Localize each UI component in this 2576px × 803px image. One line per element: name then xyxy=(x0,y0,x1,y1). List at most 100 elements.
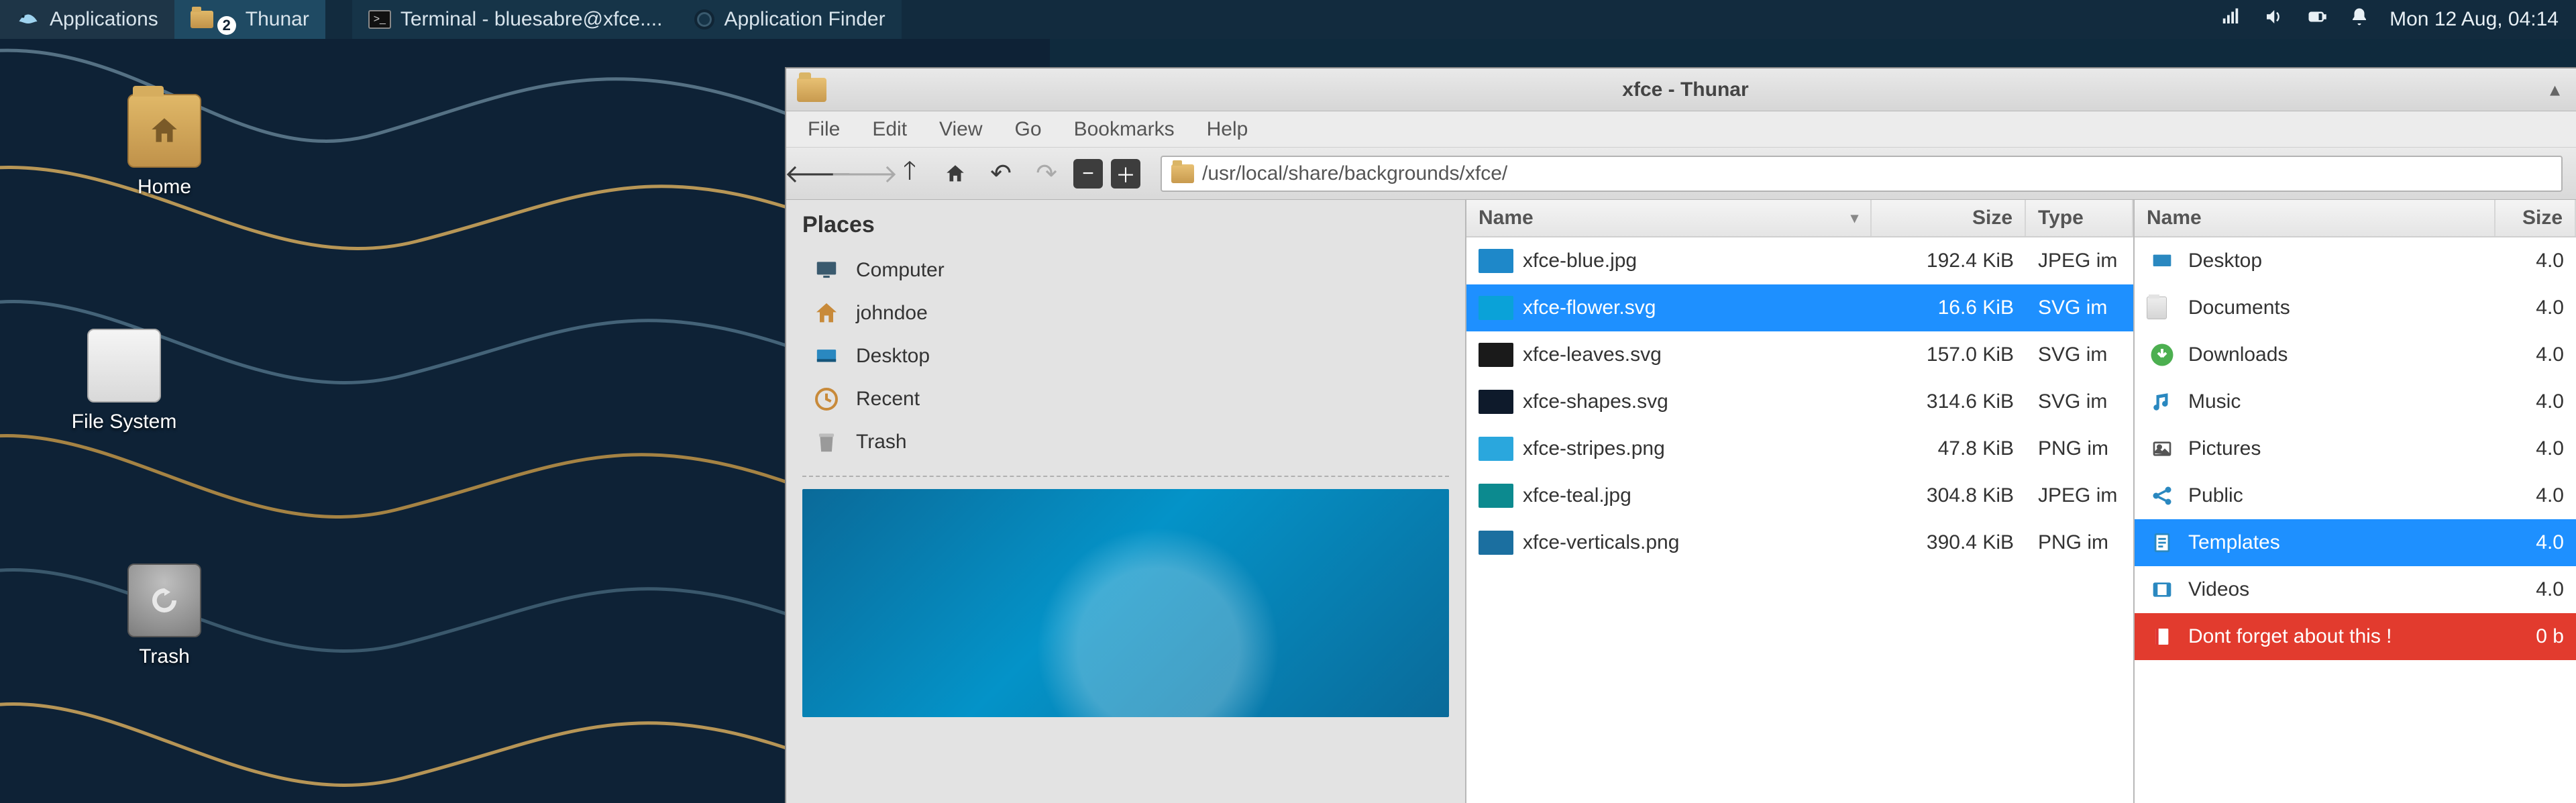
folder-row[interactable]: Music4.0 xyxy=(2135,378,2576,425)
notifications-icon[interactable] xyxy=(2349,6,2369,33)
sidebar-item-computer[interactable]: Computer xyxy=(786,249,1465,292)
file-type: JPEG im xyxy=(2026,484,2133,507)
sidebar-item-label: Recent xyxy=(856,388,920,411)
desktop-icon-file-system[interactable]: File System xyxy=(47,329,201,433)
desktop-icon-trash[interactable]: Trash xyxy=(87,564,241,668)
image-preview xyxy=(802,489,1449,717)
network-icon[interactable] xyxy=(2219,7,2242,32)
forward-button[interactable]: 🡒 xyxy=(845,155,883,193)
thumbnail-icon xyxy=(1479,296,1513,320)
task-terminal[interactable]: >_ Terminal - bluesabre@xfce.... xyxy=(352,0,679,39)
music-icon xyxy=(2147,388,2178,415)
task-appfinder[interactable]: Application Finder xyxy=(678,0,901,39)
folder-name: Pictures xyxy=(2188,437,2261,460)
column-headers: Name Size xyxy=(2135,200,2576,237)
file-row[interactable]: xfce-teal.jpg304.8 KiBJPEG im xyxy=(1466,472,2133,519)
sidebar-item-desktop[interactable]: Desktop xyxy=(786,335,1465,378)
zoom-in-button[interactable]: ＋ xyxy=(1111,159,1140,189)
clock-label[interactable]: Mon 12 Aug, 04:14 xyxy=(2390,8,2559,31)
desktop-icon-label: Trash xyxy=(87,645,241,668)
folder-name: Downloads xyxy=(2188,343,2288,366)
file-name: xfce-verticals.png xyxy=(1523,531,1679,554)
sidebar-item-recent[interactable]: Recent xyxy=(786,378,1465,421)
col-size[interactable]: Size xyxy=(2496,200,2576,236)
drive-icon xyxy=(87,329,161,403)
thunar-window: xfce - Thunar ▴ File Edit View Go Bookma… xyxy=(785,67,2576,803)
home-button[interactable] xyxy=(936,155,974,193)
sidebar-item-label: Trash xyxy=(856,431,907,453)
note-icon xyxy=(2147,623,2178,650)
folder-name: Templates xyxy=(2188,531,2280,554)
battery-icon[interactable] xyxy=(2305,7,2329,32)
thumbnail-icon xyxy=(1479,484,1513,508)
menu-bookmarks[interactable]: Bookmarks xyxy=(1074,118,1175,141)
folder-row[interactable]: Public4.0 xyxy=(2135,472,2576,519)
col-name[interactable]: Name▾ xyxy=(1466,200,1872,236)
file-list-left: Name▾ Size Type xfce-blue.jpg 192.4 KiB JP… xyxy=(1466,200,2133,803)
folder-row[interactable]: Templates4.0 xyxy=(2135,519,2576,566)
maximize-icon[interactable]: ▴ xyxy=(2544,75,2565,104)
file-row[interactable]: xfce-leaves.svg157.0 KiBSVG im xyxy=(1466,331,2133,378)
menu-edit[interactable]: Edit xyxy=(872,118,907,141)
desktop-icon-label: File System xyxy=(47,411,201,433)
folder-name: Dont forget about this ! xyxy=(2188,625,2392,648)
file-row[interactable]: xfce-shapes.svg314.6 KiBSVG im xyxy=(1466,378,2133,425)
file-type: SVG im xyxy=(2026,343,2133,366)
download-icon xyxy=(2147,341,2178,368)
folder-name: Documents xyxy=(2188,297,2290,319)
col-type[interactable]: Type xyxy=(2026,200,2133,236)
file-size: 192.4 KiB xyxy=(1872,250,2026,272)
folder-row[interactable]: Pictures4.0 xyxy=(2135,425,2576,472)
folder-row[interactable]: Dont forget about this !0 b xyxy=(2135,613,2576,660)
sort-desc-icon: ▾ xyxy=(1851,209,1858,227)
folder-size: 4.0 xyxy=(2496,297,2576,319)
task-thunar[interactable]: 2 Thunar xyxy=(174,0,325,39)
gear-icon xyxy=(694,9,714,30)
up-button[interactable]: 🡑 xyxy=(891,155,928,193)
top-panel: Applications 2 Thunar >_ Terminal - blue… xyxy=(0,0,2576,39)
templates-icon xyxy=(2147,529,2178,556)
thumbnail-icon xyxy=(1479,390,1513,414)
file-size: 157.0 KiB xyxy=(1872,343,2026,366)
folder-icon xyxy=(797,78,826,102)
file-size: 47.8 KiB xyxy=(1872,437,2026,460)
applications-menu-button[interactable]: Applications xyxy=(0,0,174,39)
folder-row[interactable]: Desktop4.0 xyxy=(2135,237,2576,284)
desktop-icon-home[interactable]: Home xyxy=(87,94,241,199)
folder-row[interactable]: Documents 4.0 xyxy=(2135,284,2576,331)
folder-name: Videos xyxy=(2188,578,2249,601)
xfce-logo-icon xyxy=(16,7,40,32)
file-row[interactable]: xfce-stripes.png47.8 KiBPNG im xyxy=(1466,425,2133,472)
titlebar[interactable]: xfce - Thunar ▴ xyxy=(786,68,2576,111)
folder-row[interactable]: Downloads4.0 xyxy=(2135,331,2576,378)
undo-button[interactable]: ↶ xyxy=(982,155,1020,193)
folder-row[interactable]: Videos4.0 xyxy=(2135,566,2576,613)
file-type: PNG im xyxy=(2026,531,2133,554)
menu-help[interactable]: Help xyxy=(1207,118,1248,141)
menu-file[interactable]: File xyxy=(808,118,840,141)
zoom-out-button[interactable]: − xyxy=(1073,159,1103,189)
file-name: xfce-blue.jpg xyxy=(1523,250,1637,272)
path-text: /usr/local/share/backgrounds/xfce/ xyxy=(1202,162,1507,185)
volume-icon[interactable] xyxy=(2262,7,2285,32)
trash-icon xyxy=(809,427,844,457)
desktop-folder-icon xyxy=(2147,248,2178,274)
sidebar-item-trash[interactable]: Trash xyxy=(786,421,1465,464)
thumbnail-icon xyxy=(1479,343,1513,367)
path-entry[interactable]: /usr/local/share/backgrounds/xfce/ xyxy=(1161,156,2563,192)
folder-icon xyxy=(191,11,213,28)
redo-button[interactable]: ↷ xyxy=(1028,155,1065,193)
file-row[interactable]: xfce-verticals.png390.4 KiBPNG im xyxy=(1466,519,2133,566)
folder-size: 4.0 xyxy=(2496,390,2576,413)
sidebar-item-johndoe[interactable]: johndoe xyxy=(786,292,1465,335)
col-size[interactable]: Size xyxy=(1872,200,2026,236)
sidebar-item-label: johndoe xyxy=(856,302,928,325)
column-headers: Name▾ Size Type xyxy=(1466,200,2133,237)
col-name[interactable]: Name xyxy=(2135,200,2496,236)
menu-go[interactable]: Go xyxy=(1015,118,1042,141)
window-title: xfce - Thunar xyxy=(837,78,2534,101)
file-row[interactable]: xfce-blue.jpg192.4 KiBJPEG im xyxy=(1466,237,2133,284)
file-row[interactable]: xfce-flower.svg16.6 KiBSVG im xyxy=(1466,284,2133,331)
menu-view[interactable]: View xyxy=(939,118,982,141)
share-icon xyxy=(2147,482,2178,509)
